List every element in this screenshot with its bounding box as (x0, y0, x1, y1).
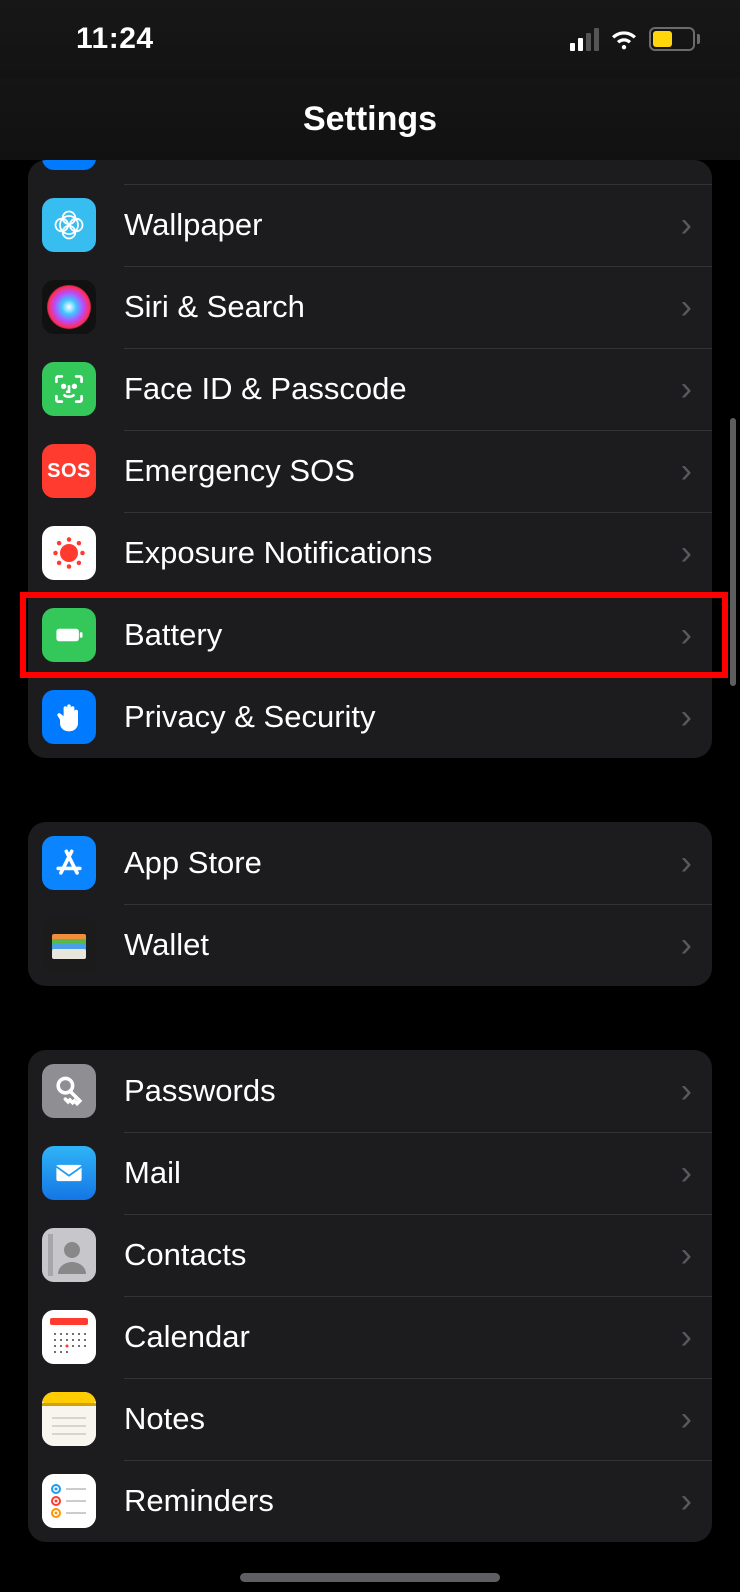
accessibility-icon (42, 160, 96, 170)
settings-row-exposure-notifications[interactable]: Exposure Notifications › (28, 512, 712, 594)
mail-icon (42, 1146, 96, 1200)
settings-row-mail[interactable]: Mail › (28, 1132, 712, 1214)
row-label: Mail (124, 1155, 681, 1191)
key-icon (42, 1064, 96, 1118)
chevron-right-icon: › (681, 288, 692, 327)
reminders-icon (42, 1474, 96, 1528)
row-label: Battery (124, 617, 681, 653)
chevron-right-icon: › (681, 206, 692, 245)
contacts-icon (42, 1228, 96, 1282)
settings-row-siri-search[interactable]: Siri & Search › (28, 266, 712, 348)
chevron-right-icon: › (681, 616, 692, 655)
row-label: Siri & Search (124, 289, 681, 325)
chevron-right-icon: › (681, 926, 692, 965)
status-bar: 11:24 (0, 0, 740, 78)
calendar-icon (42, 1310, 96, 1364)
row-label: Notes (124, 1401, 681, 1437)
row-label: Passwords (124, 1073, 681, 1109)
settings-row-battery[interactable]: Battery › (28, 594, 712, 676)
row-label: Face ID & Passcode (124, 371, 681, 407)
settings-row-faceid-passcode[interactable]: Face ID & Passcode › (28, 348, 712, 430)
settings-row-contacts[interactable]: Contacts › (28, 1214, 712, 1296)
chevron-right-icon: › (681, 1482, 692, 1521)
row-label: Reminders (124, 1483, 681, 1519)
appstore-icon (42, 836, 96, 890)
faceid-icon (42, 362, 96, 416)
settings-row-app-store[interactable]: App Store › (28, 822, 712, 904)
cellular-signal-icon (570, 28, 599, 51)
status-time: 11:24 (76, 22, 154, 56)
row-label: Emergency SOS (124, 453, 681, 489)
chevron-right-icon: › (681, 844, 692, 883)
chevron-right-icon: › (681, 534, 692, 573)
battery-level (653, 31, 672, 47)
sos-icon: SOS (42, 444, 96, 498)
chevron-right-icon: › (681, 1072, 692, 1111)
chevron-right-icon: › (681, 370, 692, 409)
chevron-right-icon: › (681, 1236, 692, 1275)
status-indicators (570, 27, 700, 51)
siri-icon (42, 280, 96, 334)
settings-row-notes[interactable]: Notes › (28, 1378, 712, 1460)
wallet-icon (42, 918, 96, 972)
settings-group-1: Accessibility › Wallpaper › Siri & Searc… (28, 160, 712, 758)
settings-group-3: Passwords › Mail › Contacts › (28, 1050, 712, 1542)
row-label: Privacy & Security (124, 699, 681, 735)
chevron-right-icon: › (681, 1154, 692, 1193)
battery-icon (42, 608, 96, 662)
settings-row-wallpaper[interactable]: Wallpaper › (28, 184, 712, 266)
chevron-right-icon: › (681, 160, 692, 163)
settings-row-calendar[interactable]: Calendar › (28, 1296, 712, 1378)
home-indicator (240, 1573, 500, 1582)
row-label: Wallpaper (124, 207, 681, 243)
settings-group-2: App Store › Wallet › (28, 822, 712, 986)
settings-row-emergency-sos[interactable]: SOS Emergency SOS › (28, 430, 712, 512)
settings-row-passwords[interactable]: Passwords › (28, 1050, 712, 1132)
settings-row-accessibility[interactable]: Accessibility › (28, 160, 712, 184)
settings-row-reminders[interactable]: Reminders › (28, 1460, 712, 1542)
wallpaper-icon (42, 198, 96, 252)
row-label: Exposure Notifications (124, 535, 681, 571)
nav-header: Settings (0, 78, 740, 160)
row-label: Contacts (124, 1237, 681, 1273)
hand-icon (42, 690, 96, 744)
chevron-right-icon: › (681, 1318, 692, 1357)
chevron-right-icon: › (681, 452, 692, 491)
row-label: Accessibility (124, 160, 681, 161)
chevron-right-icon: › (681, 698, 692, 737)
exposure-icon (42, 526, 96, 580)
notes-icon (42, 1392, 96, 1446)
battery-icon (649, 27, 700, 51)
settings-row-wallet[interactable]: Wallet › (28, 904, 712, 986)
row-label: Calendar (124, 1319, 681, 1355)
chevron-right-icon: › (681, 1400, 692, 1439)
settings-content: Accessibility › Wallpaper › Siri & Searc… (0, 160, 740, 1592)
wifi-icon (609, 28, 639, 50)
row-label: App Store (124, 845, 681, 881)
scroll-indicator (730, 418, 736, 686)
row-label: Wallet (124, 927, 681, 963)
page-title: Settings (303, 100, 437, 139)
settings-row-privacy-security[interactable]: Privacy & Security › (28, 676, 712, 758)
